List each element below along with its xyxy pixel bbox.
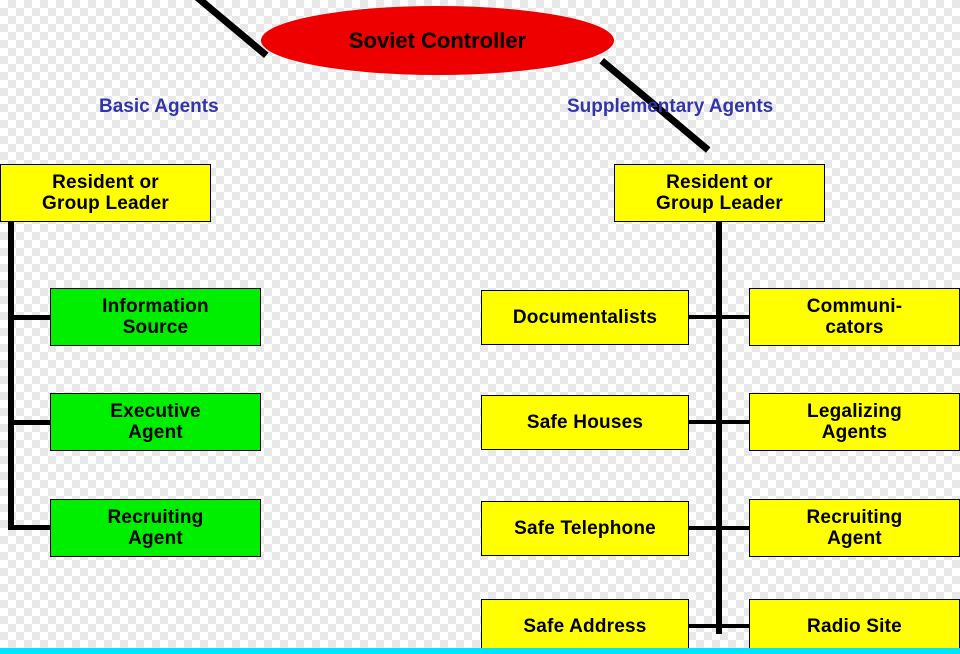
right-head-node-line1: Resident or xyxy=(666,171,773,193)
right-node-safe-address: Safe Address xyxy=(481,599,689,654)
right-right-node-2-line2: Agents xyxy=(821,422,888,443)
accent-bar xyxy=(0,648,960,654)
left-connector-2 xyxy=(8,420,52,425)
right-node-legalizing-agents: Legalizing Agents xyxy=(749,393,960,451)
right-left-node-2-line1: Safe Houses xyxy=(526,411,644,433)
left-head-node: Resident or Group Leader xyxy=(0,164,211,222)
root-node: Soviet Controller xyxy=(261,6,614,75)
right-right-node-4-line1: Radio Site xyxy=(807,615,902,637)
right-right-node-3-line1: Recruiting xyxy=(806,506,903,528)
root-node-label: Soviet Controller xyxy=(348,27,527,53)
left-node-2-line2: Agent xyxy=(128,422,183,443)
left-node-2-line1: Executive xyxy=(110,400,201,422)
right-head-node: Resident or Group Leader xyxy=(614,164,825,222)
branch-label-basic-agents: Basic Agents xyxy=(99,96,219,117)
right-node-safe-telephone: Safe Telephone xyxy=(481,501,689,556)
right-left-node-4-line1: Safe Address xyxy=(523,615,647,637)
left-node-information-source: Information Source xyxy=(50,288,261,346)
right-right-node-1-line2: cators xyxy=(825,317,884,338)
left-head-node-line2: Group Leader xyxy=(42,193,169,214)
right-connector-2 xyxy=(688,420,750,424)
left-node-1-line1: Information xyxy=(102,295,209,317)
diagram-canvas: Soviet Controller Basic Agents Supplemen… xyxy=(0,0,960,654)
right-right-node-3-line2: Agent xyxy=(827,528,882,549)
right-node-recruiting-agent: Recruiting Agent xyxy=(749,499,960,557)
left-head-node-line1: Resident or xyxy=(52,171,159,193)
right-right-node-2-line1: Legalizing xyxy=(807,400,902,422)
right-node-documentalists: Documentalists xyxy=(481,290,689,345)
right-node-safe-houses: Safe Houses xyxy=(481,395,689,450)
right-node-communicators: Communi- cators xyxy=(749,288,960,346)
left-node-recruiting-agent: Recruiting Agent xyxy=(50,499,261,557)
left-node-executive-agent: Executive Agent xyxy=(50,393,261,451)
right-connector-1 xyxy=(688,315,750,319)
right-spine xyxy=(716,222,722,634)
left-connector-1 xyxy=(8,315,52,320)
left-node-1-line2: Source xyxy=(122,317,189,338)
branch-label-supplementary-agents: Supplementary Agents xyxy=(567,96,774,117)
connector-root-to-left xyxy=(157,0,269,59)
right-left-node-1-line1: Documentalists xyxy=(512,306,658,328)
right-head-node-line2: Group Leader xyxy=(656,193,783,214)
right-left-node-3-line1: Safe Telephone xyxy=(514,517,656,539)
right-connector-4 xyxy=(688,624,750,628)
left-spine xyxy=(8,222,14,528)
right-right-node-1-line1: Communi- xyxy=(806,295,903,317)
left-connector-3 xyxy=(8,525,52,530)
left-node-3-line1: Recruiting xyxy=(107,506,204,528)
right-connector-3 xyxy=(688,526,750,530)
right-node-radio-site: Radio Site xyxy=(749,599,960,654)
left-node-3-line2: Agent xyxy=(128,528,183,549)
